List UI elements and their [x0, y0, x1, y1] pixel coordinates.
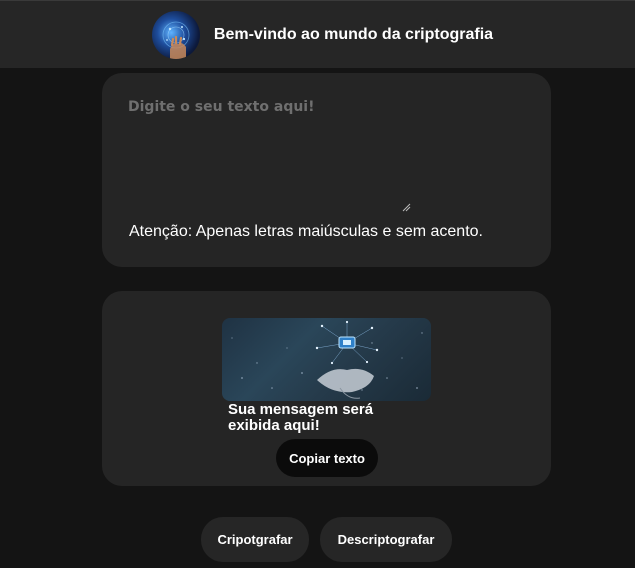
header-bar: Bem-vindo ao mundo da criptografia — [0, 0, 635, 68]
logo-avatar-icon — [151, 10, 200, 59]
encrypt-button[interactable]: Cripotgrafar — [201, 517, 309, 562]
resize-handle-icon[interactable] — [402, 203, 411, 212]
digital-hand-image-icon — [222, 318, 431, 401]
output-message: Sua mensagem será exibida aqui! — [228, 401, 374, 434]
copy-text-button[interactable]: Copiar texto — [276, 439, 378, 477]
page-title: Bem-vindo ao mundo da criptografia — [213, 25, 494, 43]
header-content: Bem-vindo ao mundo da criptografia — [151, 10, 494, 59]
decrypt-button[interactable]: Descriptografar — [320, 517, 452, 562]
output-card: Sua mensagem será exibida aqui! Copiar t… — [102, 291, 551, 486]
input-card: Atenção: Apenas letras maiúsculas e sem … — [102, 73, 551, 285]
warning-text: Atenção: Apenas letras maiúsculas e sem … — [129, 223, 483, 240]
text-input[interactable] — [120, 87, 412, 285]
